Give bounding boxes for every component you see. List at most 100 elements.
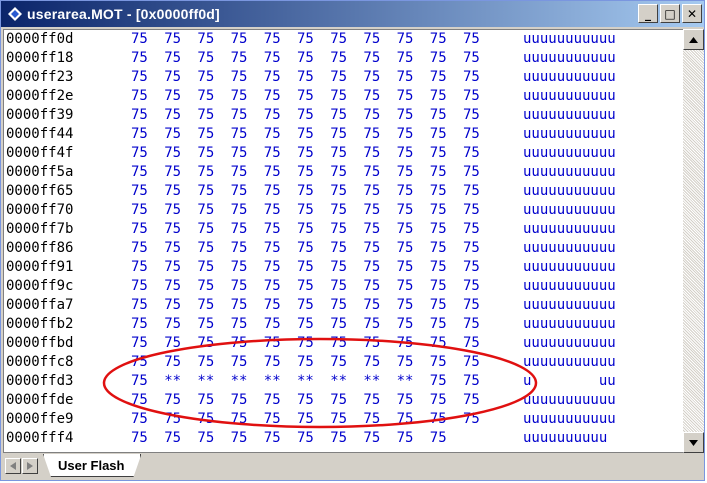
byte-cell[interactable]: 75 [363, 183, 380, 200]
byte-cell[interactable]: 75 [264, 69, 281, 86]
row-ascii[interactable]: uuuuuuuuuuu [523, 335, 616, 352]
minimize-button[interactable]: _ [638, 4, 658, 23]
byte-cell[interactable]: ** [264, 373, 281, 390]
byte-cell[interactable]: 75 [463, 50, 480, 67]
byte-cell[interactable]: 75 [363, 164, 380, 181]
byte-cell[interactable]: 75 [463, 221, 480, 238]
byte-cell[interactable]: 75 [264, 107, 281, 124]
hex-row[interactable]: 0000ff91 75 75 75 75 75 75 75 75 75 75 75 uuuuuuuuuu… [4, 259, 683, 276]
byte-cell[interactable]: 75 [264, 392, 281, 409]
byte-cell[interactable]: ** [164, 373, 181, 390]
byte-cell[interactable]: 75 [164, 316, 181, 333]
byte-cell[interactable]: 75 [164, 50, 181, 67]
hex-row[interactable]: 0000ffe9 75 75 75 75 75 75 75 75 75 75 75 uuuuuuuuuu… [4, 411, 683, 428]
hex-row[interactable]: 0000ffd3 75 ** ** ** ** ** ** ** ** 75 75 u uu [4, 373, 683, 390]
close-button[interactable]: ✕ [682, 4, 702, 23]
hex-row[interactable]: 0000ffa7 75 75 75 75 75 75 75 75 75 75 75 uuuuuuuuuu… [4, 297, 683, 314]
byte-cell[interactable]: 75 [231, 240, 248, 257]
byte-cell[interactable]: 75 [463, 202, 480, 219]
byte-cell[interactable]: 75 [330, 145, 347, 162]
byte-cell[interactable]: 75 [397, 259, 414, 276]
byte-cell[interactable]: 75 [131, 31, 148, 48]
byte-cell[interactable]: 75 [397, 202, 414, 219]
byte-cell[interactable]: 75 [297, 164, 314, 181]
byte-cell[interactable]: 75 [363, 107, 380, 124]
byte-cell[interactable]: 75 [430, 107, 447, 124]
hex-row[interactable]: 0000ffb2 75 75 75 75 75 75 75 75 75 75 75 uuuuuuuuuu… [4, 316, 683, 333]
byte-cell[interactable]: 75 [197, 411, 214, 428]
row-ascii[interactable]: uuuuuuuuuuu [523, 88, 616, 105]
byte-cell[interactable]: 75 [430, 164, 447, 181]
row-ascii[interactable]: uuuuuuuuuuu [523, 259, 616, 276]
byte-cell[interactable]: 75 [363, 221, 380, 238]
byte-cell[interactable]: 75 [264, 259, 281, 276]
byte-cell[interactable]: 75 [164, 430, 181, 447]
byte-cell[interactable]: 75 [330, 126, 347, 143]
byte-cell[interactable]: 75 [297, 69, 314, 86]
byte-cell[interactable]: 75 [330, 240, 347, 257]
byte-cell[interactable]: 75 [397, 88, 414, 105]
byte-cell[interactable]: 75 [131, 259, 148, 276]
tab-next-button[interactable] [22, 458, 38, 474]
byte-cell[interactable]: 75 [264, 145, 281, 162]
row-ascii[interactable]: uuuuuuuuuu [523, 430, 607, 447]
byte-cell[interactable]: 75 [264, 335, 281, 352]
byte-cell[interactable]: 75 [131, 164, 148, 181]
byte-cell[interactable]: 75 [231, 430, 248, 447]
byte-cell[interactable]: 75 [164, 240, 181, 257]
byte-cell[interactable]: 75 [164, 335, 181, 352]
byte-cell[interactable]: 75 [197, 430, 214, 447]
hex-row[interactable]: 0000ff4f 75 75 75 75 75 75 75 75 75 75 75 uuuuuuuuuu… [4, 145, 683, 162]
hex-row[interactable]: 0000ff5a 75 75 75 75 75 75 75 75 75 75 75 uuuuuuuuuu… [4, 164, 683, 181]
title-bar[interactable]: userarea.MOT - [0x0000ff0d] _ □ ✕ [1, 1, 704, 27]
byte-cell[interactable]: 75 [463, 259, 480, 276]
byte-cell[interactable]: 75 [463, 183, 480, 200]
byte-cell[interactable]: 75 [197, 392, 214, 409]
hex-row[interactable]: 0000ff86 75 75 75 75 75 75 75 75 75 75 75 uuuuuuuuuu… [4, 240, 683, 257]
byte-cell[interactable]: ** [363, 373, 380, 390]
byte-cell[interactable]: 75 [430, 278, 447, 295]
byte-cell[interactable]: 75 [430, 50, 447, 67]
byte-cell[interactable]: 75 [231, 69, 248, 86]
byte-cell[interactable]: 75 [330, 354, 347, 371]
byte-cell[interactable]: 75 [164, 31, 181, 48]
byte-cell[interactable]: 75 [297, 145, 314, 162]
byte-cell[interactable]: 75 [131, 392, 148, 409]
byte-cell[interactable]: ** [231, 373, 248, 390]
byte-cell[interactable]: 75 [297, 202, 314, 219]
byte-cell[interactable]: 75 [397, 183, 414, 200]
byte-cell[interactable]: 75 [164, 145, 181, 162]
byte-cell[interactable]: 75 [430, 411, 447, 428]
byte-cell[interactable]: 75 [363, 259, 380, 276]
byte-cell[interactable]: 75 [463, 335, 480, 352]
byte-cell[interactable]: 75 [131, 88, 148, 105]
byte-cell[interactable]: 75 [363, 69, 380, 86]
byte-cell[interactable]: 75 [430, 240, 447, 257]
byte-cell[interactable]: 75 [131, 145, 148, 162]
hex-row[interactable]: 0000ff70 75 75 75 75 75 75 75 75 75 75 75 uuuuuuuuuu… [4, 202, 683, 219]
byte-cell[interactable]: 75 [197, 31, 214, 48]
byte-cell[interactable]: 75 [297, 335, 314, 352]
byte-cell[interactable]: 75 [297, 259, 314, 276]
byte-cell[interactable]: 75 [463, 107, 480, 124]
byte-cell[interactable]: 75 [330, 107, 347, 124]
row-ascii[interactable]: uuuuuuuuuuu [523, 411, 616, 428]
byte-cell[interactable]: 75 [430, 31, 447, 48]
byte-cell[interactable]: 75 [463, 354, 480, 371]
byte-cell[interactable]: 75 [397, 354, 414, 371]
byte-cell[interactable]: ** [197, 373, 214, 390]
row-ascii[interactable]: uuuuuuuuuuu [523, 69, 616, 86]
byte-cell[interactable]: 75 [463, 164, 480, 181]
byte-cell[interactable]: 75 [463, 297, 480, 314]
byte-cell[interactable]: 75 [430, 126, 447, 143]
byte-cell[interactable]: 75 [463, 316, 480, 333]
row-ascii[interactable]: uuuuuuuuuuu [523, 221, 616, 238]
byte-cell[interactable]: 75 [197, 221, 214, 238]
byte-cell[interactable]: 75 [231, 278, 248, 295]
byte-cell[interactable]: 75 [397, 392, 414, 409]
byte-cell[interactable]: 75 [131, 107, 148, 124]
byte-cell[interactable]: 75 [330, 69, 347, 86]
byte-cell[interactable]: 75 [197, 259, 214, 276]
hex-row[interactable]: 0000ff18 75 75 75 75 75 75 75 75 75 75 75 uuuuuuuuuu… [4, 50, 683, 67]
byte-cell[interactable]: 75 [197, 278, 214, 295]
